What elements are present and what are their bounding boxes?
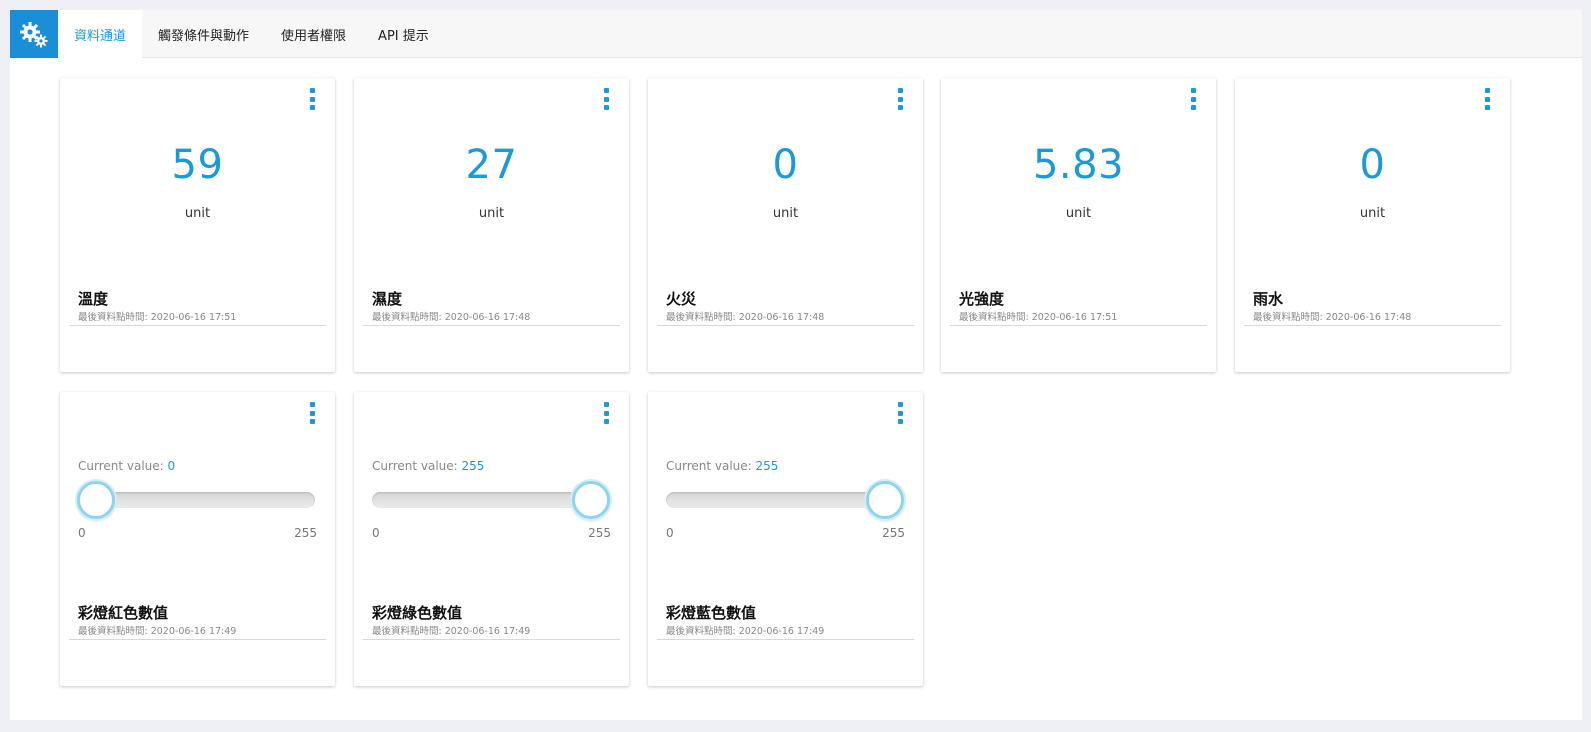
kebab-menu-icon[interactable] [601, 402, 611, 424]
sensor-card-light-intensity: 5.83 unit 光強度 最後資料點時間: 2020-06-16 17:51 [941, 78, 1216, 372]
slider-min-label: 0 [666, 526, 674, 540]
sensor-unit: unit [184, 206, 211, 221]
sensor-unit: unit [478, 206, 505, 221]
sensor-value: 59 [171, 142, 224, 188]
card-title: 彩燈紅色數值 [78, 604, 169, 622]
slider-thumb[interactable] [866, 481, 904, 519]
divider [657, 639, 914, 640]
sensor-value: 0 [772, 142, 799, 188]
current-value: 255 [461, 459, 485, 473]
last-datapoint-time: 最後資料點時間: 2020-06-16 17:51 [959, 312, 1118, 323]
slider-max-label: 255 [588, 526, 611, 540]
kebab-menu-icon[interactable] [307, 402, 317, 424]
tab-api-hints[interactable]: API 提示 [362, 10, 445, 58]
app-frame: 資料通道 觸發條件與動作 使用者權限 API 提示 59 unit 溫度 最後資… [10, 10, 1582, 720]
slider-card-red: Current value: 0 0 255 彩燈紅色數值 最後資料點時間: 2… [60, 392, 335, 686]
slider-thumb[interactable] [572, 481, 610, 519]
kebab-menu-icon[interactable] [895, 402, 905, 424]
last-datapoint-time: 最後資料點時間: 2020-06-16 17:49 [666, 626, 825, 637]
kebab-menu-icon[interactable] [1482, 88, 1492, 110]
slider-max-label: 255 [294, 526, 317, 540]
sensor-card-humidity: 27 unit 濕度 最後資料點時間: 2020-06-16 17:48 [354, 78, 629, 372]
current-value-label: Current value: 255 [372, 459, 485, 473]
app-logo[interactable] [10, 10, 58, 58]
sensor-unit: unit [1065, 206, 1092, 221]
value-slider[interactable] [372, 481, 610, 519]
slider-card-blue: Current value: 255 0 255 彩燈藍色數值 最後資料點時間:… [648, 392, 923, 686]
current-value: 0 [167, 459, 176, 473]
current-value: 255 [755, 459, 779, 473]
card-title: 火災 [666, 290, 697, 308]
sensor-unit: unit [1359, 206, 1386, 221]
kebab-menu-icon[interactable] [1188, 88, 1198, 110]
last-datapoint-time: 最後資料點時間: 2020-06-16 17:48 [1253, 312, 1412, 323]
slider-max-label: 255 [882, 526, 905, 540]
kebab-menu-icon[interactable] [895, 88, 905, 110]
sensor-unit: unit [772, 206, 799, 221]
kebab-menu-icon[interactable] [601, 88, 611, 110]
card-title: 彩燈藍色數值 [666, 604, 757, 622]
card-title: 溫度 [78, 290, 109, 308]
card-title: 雨水 [1253, 290, 1284, 308]
card-title: 光強度 [959, 290, 1005, 308]
sensor-card-rain: 0 unit 雨水 最後資料點時間: 2020-06-16 17:48 [1235, 78, 1510, 372]
last-datapoint-time: 最後資料點時間: 2020-06-16 17:48 [372, 312, 531, 323]
tab-data-channels[interactable]: 資料通道 [58, 10, 143, 58]
sensor-value: 27 [465, 142, 518, 188]
divider [363, 325, 620, 326]
slider-min-label: 0 [78, 526, 86, 540]
last-datapoint-time: 最後資料點時間: 2020-06-16 17:48 [666, 312, 825, 323]
divider [363, 639, 620, 640]
sensor-value: 5.83 [1032, 142, 1125, 188]
divider [657, 325, 914, 326]
tab-triggers-and-actions[interactable]: 觸發條件與動作 [142, 10, 265, 58]
current-value-label: Current value: 255 [666, 459, 779, 473]
divider [1244, 325, 1501, 326]
divider [69, 325, 326, 326]
current-value-label: Current value: 0 [78, 459, 176, 473]
tab-user-permissions[interactable]: 使用者權限 [265, 10, 362, 58]
value-slider[interactable] [666, 481, 904, 519]
slider-card-green: Current value: 255 0 255 彩燈綠色數值 最後資料點時間:… [354, 392, 629, 686]
sensor-value: 0 [1359, 142, 1386, 188]
card-title: 濕度 [372, 290, 403, 308]
top-navigation-bar: 資料通道 觸發條件與動作 使用者權限 API 提示 [10, 10, 1582, 58]
sensor-card-fire: 0 unit 火災 最後資料點時間: 2020-06-16 17:48 [648, 78, 923, 372]
gears-icon [20, 22, 48, 48]
last-datapoint-time: 最後資料點時間: 2020-06-16 17:49 [372, 626, 531, 637]
divider [950, 325, 1207, 326]
tab-list: 資料通道 觸發條件與動作 使用者權限 API 提示 [58, 10, 445, 58]
slider-min-label: 0 [372, 526, 380, 540]
slider-thumb[interactable] [77, 481, 115, 519]
last-datapoint-time: 最後資料點時間: 2020-06-16 17:51 [78, 312, 237, 323]
kebab-menu-icon[interactable] [307, 88, 317, 110]
divider [69, 639, 326, 640]
last-datapoint-time: 最後資料點時間: 2020-06-16 17:49 [78, 626, 237, 637]
card-title: 彩燈綠色數值 [372, 604, 463, 622]
sensor-card-temperature: 59 unit 溫度 最後資料點時間: 2020-06-16 17:51 [60, 78, 335, 372]
value-slider[interactable] [77, 481, 315, 519]
